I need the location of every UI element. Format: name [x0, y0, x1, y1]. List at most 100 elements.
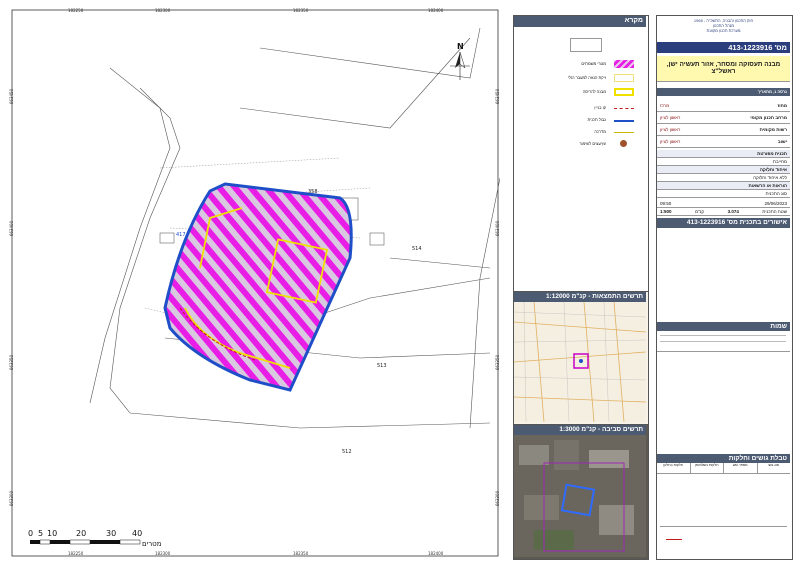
hatch-swatch-icon — [614, 60, 634, 68]
legend-title: מקרא — [514, 16, 646, 27]
location-map[interactable]: תרשים התמצאות - קנ"מ 1:12000 — [513, 291, 649, 425]
area-scale-row: 1:500 קנ"מ 3.074 שטח התכנית — [657, 208, 790, 216]
status-text: הוראות או הרשאות — [748, 183, 788, 188]
status-text: תכנית מפורטת — [757, 151, 787, 156]
scale-num-30: 30 — [106, 529, 116, 538]
settlement-key: ישוב — [777, 139, 787, 144]
legend-label: עץ/עצים לשימור — [579, 141, 606, 146]
legend-label: קו בניין — [594, 105, 606, 110]
legend-item-7: עץ/עצים לשימור — [514, 140, 646, 150]
status-text: מחייבת — [772, 159, 787, 164]
divider — [660, 335, 786, 336]
status-row: תכנית מפורטת — [657, 150, 790, 158]
local-authority-key: רשות מקומית — [759, 127, 787, 132]
surroundings-map[interactable]: תרשים סביבה - קנ"מ 1:3000 — [513, 424, 649, 560]
top-tick-1: 182250 — [68, 8, 84, 13]
planning-area-value: ראשון לציון — [660, 115, 681, 120]
plan-name: מבנה תעסוקה ומסחר, אזור תעשיה ישן, ראשל"… — [657, 56, 790, 82]
plan-number: מס' 413-1223916 — [657, 42, 790, 53]
main-map: 358 514 513 512 417 N 0 5 10 20 30 40 מט… — [9, 8, 501, 558]
version-bar: גרסה 1, מתאריך — [657, 88, 790, 96]
parcel-417: 417 — [176, 232, 186, 238]
planning-area-key: מרחב תכנון מקומי — [750, 115, 787, 120]
status-row: איחוד וחלוקה — [657, 166, 790, 174]
scale-num-5: 5 — [38, 529, 43, 538]
legend-label: זיקת הנאה למעבר רגלי — [567, 75, 606, 80]
legend-item-1: מגורי משמתים — [514, 60, 646, 70]
status-row: ללא איחוד וחלוקה — [657, 174, 790, 182]
signature-mark — [666, 533, 682, 540]
scale-num-20: 20 — [76, 529, 86, 538]
local-authority-row: ראשון לציון רשות מקומית — [657, 124, 790, 136]
left-tick-4: 663300 — [9, 490, 15, 507]
yellow-outline-swatch-icon — [614, 74, 634, 82]
scale-label: קנ"מ — [694, 209, 705, 214]
legend-label: מדרכה — [594, 129, 606, 134]
legend-item-5: גבול תכנית — [514, 116, 646, 126]
scale-bar — [30, 539, 141, 545]
stamps-header: שמות — [657, 322, 790, 331]
top-tick-2: 182300 — [155, 8, 171, 13]
top-tick-3: 182350 — [293, 8, 309, 13]
parcel-514: 514 — [412, 246, 422, 252]
title-block: חוק התכנון והבניה, התשכ"ה - 1965 מנהל הת… — [656, 15, 793, 560]
col-partial: חלקות בחלקן — [657, 463, 691, 473]
scale-value: 1:500 — [660, 209, 672, 214]
date-row: 09:50 29/06/2023 — [657, 200, 790, 208]
scale-num-40: 40 — [132, 529, 142, 538]
aerial-photo — [514, 435, 646, 557]
date-value: 29/06/2023 — [764, 201, 787, 206]
district-value: מרכז — [660, 103, 670, 108]
left-tick-1: 663450 — [9, 88, 15, 105]
status-text: ללא איחוד וחלוקה — [753, 175, 787, 180]
bottom-tick-2: 182300 — [155, 551, 171, 556]
scale-unit: מטרים — [142, 540, 162, 548]
right-tick-2: 663400 — [495, 220, 501, 237]
district-key: מחוז — [777, 103, 787, 108]
title-header: חוק התכנון והבניה, התשכ"ה - 1965 מנהל הת… — [657, 18, 790, 33]
parcel-512: 512 — [342, 449, 352, 455]
red-dash-swatch-icon — [614, 108, 634, 109]
tree-icon — [620, 140, 627, 147]
time-value: 09:50 — [660, 201, 672, 206]
blue-line-swatch-icon — [614, 120, 634, 122]
status-row: הוראות או הרשאות — [657, 182, 790, 190]
bottom-tick-3: 182350 — [293, 551, 309, 556]
yellow-box-swatch-icon — [614, 88, 634, 96]
system-line: מערכת תכנון מקוונת — [706, 28, 741, 33]
status-row: סוג התכנית — [657, 190, 790, 198]
legend-item-2: זיקת הנאה למעבר רגלי — [514, 74, 646, 84]
legend-item-4: קו בניין — [514, 104, 646, 114]
bottom-tick-1: 182250 — [68, 551, 84, 556]
scale-num-10: 10 — [47, 529, 57, 538]
parcel-513: 513 — [377, 363, 387, 369]
status-text: סוג התכנית — [765, 191, 787, 196]
surroundings-map-title: תרשים סביבה - קנ"מ 1:3000 — [514, 425, 646, 435]
status-row: מחייבת — [657, 158, 790, 166]
parcel-358: 358 — [308, 189, 318, 195]
area-value: 3.074 — [727, 209, 739, 214]
legend-item-6: מדרכה — [514, 128, 646, 138]
top-tick-4: 182400 — [428, 8, 444, 13]
legend-label: מגורי משמתים — [581, 61, 606, 66]
sidewalk-line-swatch-icon — [614, 132, 634, 133]
legend-panel: מקרא מגורי משמתים זיקת הנאה למעבר רגלי מ… — [513, 15, 649, 292]
divider — [660, 341, 786, 342]
signature-area — [660, 526, 787, 555]
settlement-row: ראשון לציון ישוב — [657, 136, 790, 148]
planning-area-row: ראשון לציון מרחב תכנון מקומי — [657, 112, 790, 124]
north-label: N — [457, 42, 464, 51]
district-row: מרכז מחוז — [657, 100, 790, 112]
map-canvas[interactable]: 358 514 513 512 417 N 0 5 10 20 30 40 מט… — [10, 8, 500, 558]
settlement-value: ראשון לציון — [660, 139, 681, 144]
local-authority-value: ראשון לציון — [660, 127, 681, 132]
parcels-table-header: טבלת גושים וחלקות — [657, 454, 790, 463]
stamps-area — [657, 331, 790, 352]
legend-logo — [570, 38, 602, 52]
legend-item-3: מבנה להריסה — [514, 88, 646, 98]
col-type: סוג גוש — [768, 463, 780, 467]
right-tick-1: 663450 — [495, 88, 501, 105]
parcels-table-columns: חלקות בחלקן חלקות בשלמותן מספר גוש סוג ג… — [657, 463, 790, 474]
status-text: איחוד וחלוקה — [759, 167, 787, 172]
bottom-tick-4: 182400 — [428, 551, 444, 556]
